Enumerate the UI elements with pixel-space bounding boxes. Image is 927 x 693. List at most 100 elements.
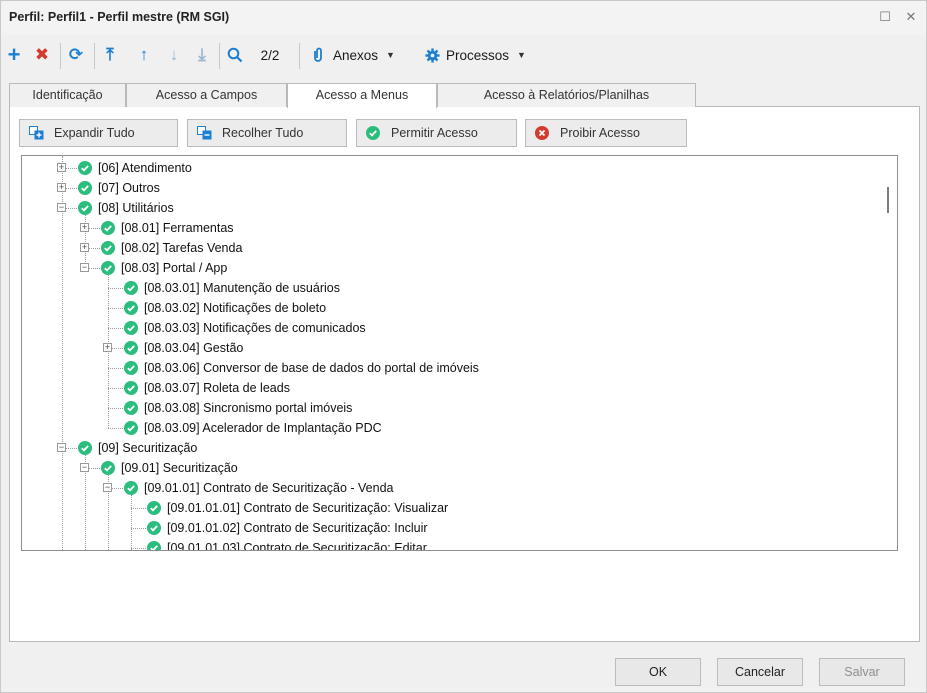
check-circle-icon[interactable] xyxy=(124,381,138,395)
check-circle-icon[interactable] xyxy=(78,161,92,175)
tree-node[interactable]: [07] Outros xyxy=(78,178,160,198)
refresh-button[interactable]: ⟳ xyxy=(65,43,87,67)
tree-node[interactable]: [08.03.01] Manutenção de usuários xyxy=(124,278,340,298)
collapse-all-icon xyxy=(196,125,212,141)
check-circle-icon[interactable] xyxy=(124,361,138,375)
tree-node[interactable]: [09.01.01.02] Contrato de Securitização:… xyxy=(147,518,428,538)
tree-connector xyxy=(108,308,123,309)
expand-node-icon[interactable]: + xyxy=(57,183,66,192)
add-button[interactable]: + xyxy=(3,43,25,67)
check-circle-icon[interactable] xyxy=(124,421,138,435)
ok-button[interactable]: OK xyxy=(615,658,701,686)
check-circle-icon[interactable] xyxy=(101,241,115,255)
tree-node[interactable]: [08.01] Ferramentas xyxy=(101,218,234,238)
check-circle-icon[interactable] xyxy=(124,321,138,335)
tree-node-label: [08.03] Portal / App xyxy=(121,261,228,275)
close-icon[interactable]: ✕ xyxy=(903,8,919,26)
record-counter: 2/2 xyxy=(255,43,285,67)
tree-node[interactable]: [08.03.09] Acelerador de Implantação PDC xyxy=(124,418,382,438)
tree-connector xyxy=(131,548,146,549)
tree-node[interactable]: [08.03.02] Notificações de boleto xyxy=(124,298,326,318)
check-circle-icon[interactable] xyxy=(124,481,138,495)
expand-node-icon[interactable]: + xyxy=(57,163,66,172)
menu-tree[interactable]: + [06] Atendimento + [07] Outros − [08] Utili… xyxy=(21,155,898,551)
delete-button[interactable]: ✖ xyxy=(31,43,53,67)
gear-icon xyxy=(425,47,440,63)
tree-node-label: [08.02] Tarefas Venda xyxy=(121,241,243,255)
tab-acesso-campos[interactable]: Acesso a Campos xyxy=(126,83,287,107)
tree-node[interactable]: [08.02] Tarefas Venda xyxy=(101,238,242,258)
first-record-button[interactable]: ⤒ xyxy=(100,43,120,67)
tree-node[interactable]: [08.03.03] Notificações de comunicados xyxy=(124,318,366,338)
tree-node[interactable]: [08.03] Portal / App xyxy=(101,258,227,278)
tree-node-label: [08.03.06] Conversor de base de dados do… xyxy=(144,361,479,375)
toolbar: + ✖ ⟳ ⤒ ↑ ↓ ⤓ 2/2 Anexos ▼ Processos ▼ xyxy=(1,37,926,73)
last-record-icon: ⤓ xyxy=(198,45,206,64)
tree-node-label: [09.01] Securitização xyxy=(121,461,238,475)
tree-connector xyxy=(108,468,109,550)
collapse-node-icon[interactable]: − xyxy=(57,443,66,452)
expand-node-icon[interactable]: + xyxy=(103,343,112,352)
processes-menu[interactable]: Processos ▼ xyxy=(425,43,545,67)
tree-node[interactable]: [09] Securitização xyxy=(78,438,197,458)
check-circle-icon[interactable] xyxy=(147,521,161,535)
window-title: Perfil: Perfil1 - Perfil mestre (RM SGI) xyxy=(9,10,230,24)
tree-connector xyxy=(108,368,123,369)
tree-node[interactable]: [08.03.06] Conversor de base de dados do… xyxy=(124,358,479,378)
tree-node[interactable]: [08.03.07] Roleta de leads xyxy=(124,378,290,398)
tree-node[interactable]: [08] Utilitários xyxy=(78,198,174,218)
tab-acesso-menus[interactable]: Acesso a Menus xyxy=(287,83,437,108)
previous-record-button[interactable]: ↑ xyxy=(134,43,154,67)
tree-node[interactable]: [08.03.08] Sincronismo portal imóveis xyxy=(124,398,352,418)
expand-node-icon[interactable]: + xyxy=(80,243,89,252)
tree-node[interactable]: [09.01.01] Contrato de Securitização - V… xyxy=(124,478,393,498)
expand-all-button[interactable]: Expandir Tudo xyxy=(19,119,178,147)
tree-node[interactable]: [08.03.04] Gestão xyxy=(124,338,243,358)
collapse-node-icon[interactable]: − xyxy=(103,483,112,492)
restore-icon[interactable]: ☐ xyxy=(877,8,893,26)
expand-all-icon xyxy=(28,125,44,141)
tree-node[interactable]: [09.01.01.03] Contrato de Securitização:… xyxy=(147,538,427,550)
check-circle-icon[interactable] xyxy=(124,341,138,355)
paperclip-icon xyxy=(314,47,322,62)
caret-down-icon: ▼ xyxy=(517,50,526,60)
next-record-button[interactable]: ↓ xyxy=(164,43,184,67)
save-button[interactable]: Salvar xyxy=(819,658,905,686)
check-circle-icon[interactable] xyxy=(147,501,161,515)
tree-connector xyxy=(108,328,123,329)
attachments-label: Anexos xyxy=(333,47,379,63)
record-counter-text: 2/2 xyxy=(260,47,280,63)
check-circle-icon[interactable] xyxy=(78,201,92,215)
collapse-all-button[interactable]: Recolher Tudo xyxy=(187,119,347,147)
scrollbar-thumb[interactable] xyxy=(887,187,889,213)
first-record-icon: ⤒ xyxy=(106,45,114,64)
check-circle-icon[interactable] xyxy=(101,461,115,475)
deny-access-button[interactable]: Proibir Acesso xyxy=(525,119,687,147)
collapse-node-icon[interactable]: − xyxy=(80,263,89,272)
check-circle-icon[interactable] xyxy=(101,221,115,235)
allow-access-button[interactable]: Permitir Acesso xyxy=(356,119,517,147)
tab-acesso-relatorios[interactable]: Acesso à Relatórios/Planilhas xyxy=(437,83,696,107)
last-record-button[interactable]: ⤓ xyxy=(192,43,212,67)
check-circle-icon[interactable] xyxy=(124,281,138,295)
tree-node[interactable]: [09.01] Securitização xyxy=(101,458,238,478)
tab-identificacao[interactable]: Identificação xyxy=(9,83,126,107)
search-button[interactable] xyxy=(225,43,245,67)
check-circle-icon[interactable] xyxy=(147,541,161,550)
cancel-button[interactable]: Cancelar xyxy=(717,658,803,686)
check-circle-icon[interactable] xyxy=(101,261,115,275)
check-circle-icon[interactable] xyxy=(78,441,92,455)
check-circle-icon[interactable] xyxy=(124,401,138,415)
tree-node[interactable]: [06] Atendimento xyxy=(78,158,192,178)
title-bar: Perfil: Perfil1 - Perfil mestre (RM SGI)… xyxy=(1,1,926,35)
tree-node-label: [09.01.01.02] Contrato de Securitização:… xyxy=(167,521,428,535)
expand-node-icon[interactable]: + xyxy=(80,223,89,232)
attachments-menu[interactable]: Anexos ▼ xyxy=(311,43,411,67)
check-circle-icon[interactable] xyxy=(78,181,92,195)
collapse-node-icon[interactable]: − xyxy=(57,203,66,212)
tree-node-label: [09.01.01.01] Contrato de Securitização:… xyxy=(167,501,449,515)
tree-connector xyxy=(108,388,123,389)
check-circle-icon[interactable] xyxy=(124,301,138,315)
tree-node[interactable]: [09.01.01.01] Contrato de Securitização:… xyxy=(147,498,448,518)
collapse-node-icon[interactable]: − xyxy=(80,463,89,472)
